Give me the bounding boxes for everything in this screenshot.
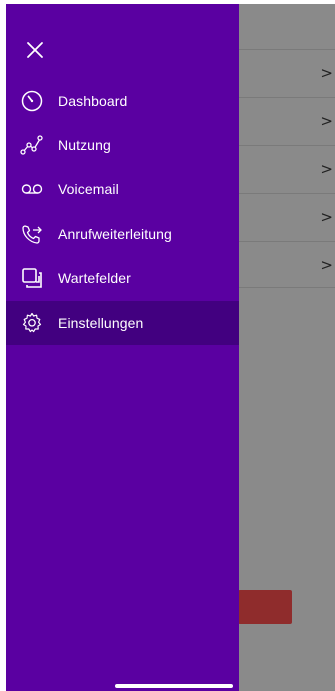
underlay-list-row: > [239,97,335,144]
menu-item-wartefelder[interactable]: Wartefelder [6,256,239,300]
menu-item-label: Dashboard [58,93,128,109]
underlay-list-row: > [239,49,335,96]
menu-item-dashboard[interactable]: Dashboard [6,79,239,123]
chevron-right-icon: > [320,64,333,82]
underlay-list-row: > [239,241,335,288]
underlay-list-row: > [239,145,335,192]
queue-icon [19,265,45,291]
underlay-list-row: > [239,193,335,240]
menu-item-voicemail[interactable]: Voicemail [6,167,239,211]
voicemail-icon [19,176,45,202]
underlay-action-button [238,590,292,624]
app-screen: > > > > > Dashboard Nutzung Voicemail An… [0,0,335,691]
menu-item-label: Voicemail [58,181,119,197]
home-indicator[interactable] [115,684,233,688]
dashboard-gauge-icon [19,88,45,114]
call-forwarding-icon [19,221,45,247]
menu-item-nutzung[interactable]: Nutzung [6,123,239,167]
chevron-right-icon: > [320,160,333,178]
navigation-drawer: Dashboard Nutzung Voicemail Anrufweiterl… [6,4,239,691]
menu-item-anrufweiterleitung[interactable]: Anrufweiterleitung [6,212,239,256]
menu-item-label: Anrufweiterleitung [58,226,172,242]
gear-icon [19,310,45,336]
chevron-right-icon: > [320,256,333,274]
chevron-right-icon: > [320,112,333,130]
chevron-right-icon: > [320,208,333,226]
menu-item-einstellungen[interactable]: Einstellungen [6,301,239,345]
close-button[interactable] [22,37,48,63]
menu-item-label: Einstellungen [58,315,144,331]
menu-item-label: Nutzung [58,137,111,153]
usage-graph-icon [19,132,45,158]
menu-item-label: Wartefelder [58,270,131,286]
close-icon [27,42,43,58]
